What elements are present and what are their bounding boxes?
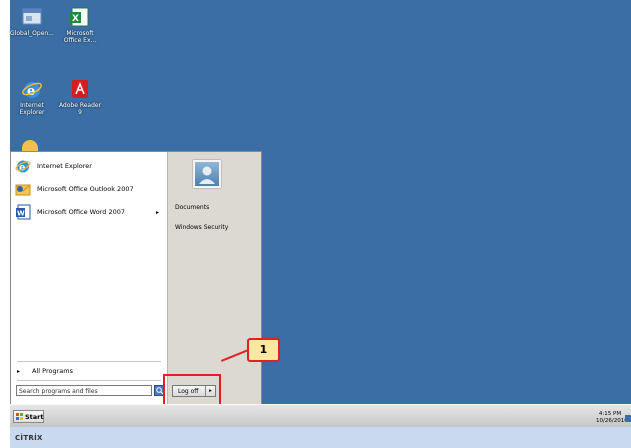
divider [17,361,161,362]
desktop-icon-label: Internet Explorer [19,102,45,116]
program-word[interactable]: W Microsoft Office Word 2007 ▸ [15,203,165,221]
system-clock[interactable]: 4:15 PM 10/26/2010 [596,411,628,425]
start-menu-links-pane [168,152,261,405]
word-icon: W [15,204,31,220]
start-menu-programs-pane: e Internet Explorer Microsoft Office Out… [11,152,168,405]
desktop-icon-global-open[interactable]: Global_Open... [10,6,54,37]
search-input[interactable]: Search programs and files [16,385,152,396]
adobe-reader-icon [69,78,91,100]
start-button[interactable]: Start [13,410,44,423]
excel-icon: X [69,6,91,28]
submenu-arrow-icon: ▸ [155,208,159,216]
window-app-icon [21,6,43,28]
all-programs-label: All Programs [32,367,73,375]
citrix-logo: CİTRİX [15,434,43,442]
program-outlook[interactable]: Microsoft Office Outlook 2007 [15,180,165,198]
desktop-icon-adobe-reader[interactable]: Adobe Reader 9 [58,78,102,116]
desktop-icon-label: Global_Open... [10,30,54,37]
user-icon [199,166,215,184]
desktop-icon-label: Microsoft Office Ex... [63,30,97,44]
start-label: Start [25,412,44,421]
program-label: Microsoft Office Word 2007 [37,208,126,216]
link-windows-security[interactable]: Windows Security [175,224,228,231]
logoff-highlight-box [163,374,221,406]
all-programs-item[interactable]: ▸ All Programs [17,365,161,377]
link-documents[interactable]: Documents [175,204,209,211]
outlook-desktop-icon [22,140,38,151]
show-desktop-icon[interactable] [625,415,631,422]
start-menu: e Internet Explorer Microsoft Office Out… [10,151,262,406]
citrix-bar: CİTRİX [10,427,631,448]
program-internet-explorer[interactable]: e Internet Explorer [15,157,165,175]
user-avatar[interactable] [193,160,221,188]
internet-explorer-icon: e [21,78,43,100]
callout-badge: 1 [247,338,280,362]
svg-text:W: W [17,210,25,218]
triangle-right-icon: ▸ [17,367,21,375]
clock-time: 4:15 PM [598,411,622,417]
desktop-icon-excel[interactable]: X Microsoft Office Ex... [58,6,102,44]
program-label: Microsoft Office Outlook 2007 [37,185,134,193]
divider [17,380,161,381]
taskbar: Start 4:15 PM 10/26/2010 [10,404,631,428]
windows-flag-icon [16,413,23,420]
desktop-icon-label: Adobe Reader 9 [58,102,102,116]
program-label: Internet Explorer [37,162,92,170]
outlook-icon [15,181,31,197]
clock-date: 10/26/2010 [596,418,628,424]
desktop-icon-internet-explorer[interactable]: e Internet Explorer [10,78,54,116]
internet-explorer-icon: e [15,158,31,174]
svg-text:X: X [72,14,79,24]
